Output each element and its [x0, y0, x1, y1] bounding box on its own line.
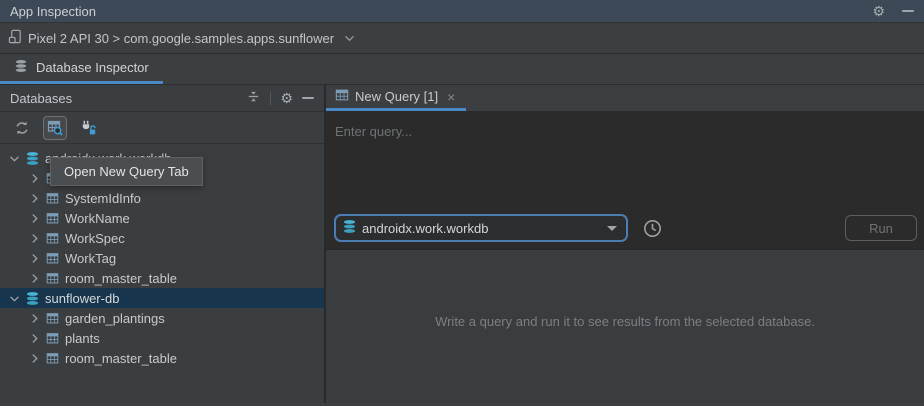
twisty-icon[interactable]: [26, 190, 42, 206]
tree-item-SystemIdInfo[interactable]: SystemIdInfo: [0, 188, 324, 208]
device-process-label: Pixel 2 API 30 > com.google.samples.apps…: [28, 31, 334, 46]
twisty-icon[interactable]: [26, 230, 42, 246]
settings-gear-icon[interactable]: ⚙: [872, 4, 885, 18]
hide-panel-button[interactable]: [902, 0, 914, 22]
database-icon: [25, 291, 40, 306]
tree-item-label: garden_plantings: [65, 311, 165, 326]
query-panel: New Query [1] × Enter query... androidx.…: [326, 85, 924, 403]
tree-item-plants[interactable]: plants: [0, 328, 324, 348]
tree-item-WorkTag[interactable]: WorkTag: [0, 248, 324, 268]
toolbar-separator: [270, 92, 271, 105]
table-icon: [45, 191, 60, 206]
twisty-icon[interactable]: [26, 270, 42, 286]
tree-item-room_master_table[interactable]: room_master_table: [0, 348, 324, 368]
tree-item-label: WorkTag: [65, 251, 116, 266]
tree-item-WorkSpec[interactable]: WorkSpec: [0, 228, 324, 248]
inspector-tabbar: Database Inspector: [0, 54, 924, 85]
query-history-button[interactable]: [641, 217, 663, 239]
refresh-button[interactable]: [10, 116, 34, 140]
minimize-icon: [302, 97, 314, 99]
tree-item-label: WorkName: [65, 211, 130, 226]
table-icon: [335, 88, 349, 105]
tooltip-text: Open New Query Tab: [64, 164, 189, 179]
empty-results-message: Write a query and run it to see results …: [435, 314, 815, 329]
close-tab-icon[interactable]: ×: [447, 90, 455, 104]
query-editor-placeholder: Enter query...: [335, 124, 412, 139]
databases-panel-title: Databases: [10, 91, 72, 106]
tab-new-query-1[interactable]: New Query [1] ×: [326, 85, 466, 111]
databases-panel-header: Databases ⚙: [0, 85, 324, 112]
window-title: App Inspection: [10, 4, 96, 19]
results-area: Write a query and run it to see results …: [326, 250, 924, 403]
table-icon: [45, 331, 60, 346]
tree-item-label: room_master_table: [65, 271, 177, 286]
hide-databases-button[interactable]: [302, 97, 314, 99]
tree-item-WorkName[interactable]: WorkName: [0, 208, 324, 228]
tab-database-inspector[interactable]: Database Inspector: [0, 54, 163, 84]
database-combobox[interactable]: androidx.work.workdb: [334, 214, 628, 242]
panel-gear-icon[interactable]: ⚙: [280, 91, 293, 105]
database-icon: [25, 151, 40, 166]
twisty-icon[interactable]: [26, 210, 42, 226]
table-icon: [45, 251, 60, 266]
databases-panel: Databases ⚙: [0, 85, 326, 403]
collapse-all-icon[interactable]: [246, 89, 261, 107]
dropdown-arrow-icon: [607, 226, 617, 231]
minimize-icon: [902, 10, 914, 12]
table-icon: [45, 351, 60, 366]
run-button[interactable]: Run: [845, 215, 917, 241]
twisty-icon[interactable]: [26, 330, 42, 346]
twisty-icon[interactable]: [6, 290, 22, 306]
query-tab-label: New Query [1]: [355, 89, 438, 104]
query-controls: androidx.work.workdb Run: [326, 207, 924, 249]
tree-item-sunflower-db[interactable]: sunflower-db: [0, 288, 324, 308]
twisty-icon[interactable]: [6, 150, 22, 166]
tree-item-room_master_table[interactable]: room_master_table: [0, 268, 324, 288]
table-icon: [45, 231, 60, 246]
query-editor[interactable]: Enter query...: [326, 111, 924, 207]
device-icon: [8, 29, 23, 47]
app-inspection-window: App Inspection ⚙ Pixel 2 API 30 > com.go…: [0, 0, 924, 406]
tab-label: Database Inspector: [36, 60, 149, 75]
tree-item-label: plants: [65, 331, 100, 346]
twisty-icon[interactable]: [26, 170, 42, 186]
table-icon: [45, 211, 60, 226]
tree-item-label: SystemIdInfo: [65, 191, 141, 206]
tree-item-garden_plantings[interactable]: garden_plantings: [0, 308, 324, 328]
keep-connections-open-icon[interactable]: [76, 116, 100, 140]
twisty-icon[interactable]: [26, 310, 42, 326]
tooltip: Open New Query Tab: [50, 157, 203, 186]
table-icon: [45, 311, 60, 326]
tree-item-label: WorkSpec: [65, 231, 125, 246]
chevron-down-icon: [344, 35, 355, 42]
twisty-icon[interactable]: [26, 350, 42, 366]
titlebar: App Inspection ⚙: [0, 0, 924, 23]
tree-item-label: sunflower-db: [45, 291, 119, 306]
databases-toolbar: [0, 112, 324, 144]
query-tabbar: New Query [1] ×: [326, 85, 924, 111]
selected-database-value: androidx.work.workdb: [362, 221, 607, 236]
twisty-icon[interactable]: [26, 250, 42, 266]
device-process-selector[interactable]: Pixel 2 API 30 > com.google.samples.apps…: [0, 23, 924, 54]
table-icon: [45, 271, 60, 286]
open-new-query-tab-button[interactable]: [43, 116, 67, 140]
tree-item-label: room_master_table: [65, 351, 177, 366]
database-icon: [342, 219, 357, 237]
database-icon: [14, 59, 28, 76]
